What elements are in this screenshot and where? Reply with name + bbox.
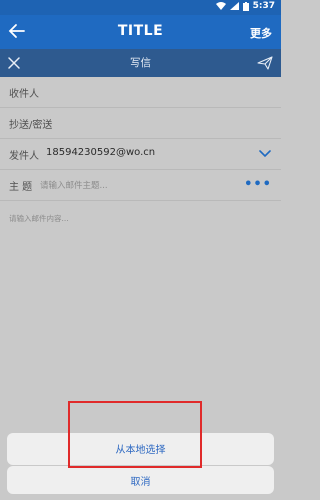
wifi-icon bbox=[215, 2, 226, 10]
chevron-down-icon[interactable] bbox=[259, 149, 271, 159]
compose-title: 写信 bbox=[130, 57, 151, 69]
signal-icon bbox=[229, 2, 239, 10]
subject-field[interactable]: 主 题 请输入邮件主题... ••• bbox=[0, 170, 281, 201]
send-icon[interactable] bbox=[257, 55, 273, 71]
more-button[interactable]: 更多 bbox=[250, 25, 272, 41]
to-label: 收件人 bbox=[9, 89, 39, 100]
from-field[interactable]: 发件人 18594230592@wo.cn bbox=[0, 139, 281, 170]
compose-bar: 写信 bbox=[0, 49, 281, 77]
cc-bcc-field[interactable]: 抄送/密送 bbox=[0, 108, 281, 139]
more-options-icon[interactable]: ••• bbox=[244, 177, 272, 192]
cc-bcc-label: 抄送/密送 bbox=[9, 120, 53, 131]
cancel-option[interactable]: 取消 bbox=[7, 466, 274, 494]
battery-icon bbox=[242, 1, 249, 11]
from-label: 发件人 bbox=[9, 151, 39, 162]
highlight-box bbox=[68, 401, 202, 468]
page-title: TITLE bbox=[117, 23, 164, 39]
cancel-label: 取消 bbox=[130, 477, 151, 488]
subject-input[interactable]: 请输入邮件主题... bbox=[40, 179, 108, 191]
body-input[interactable]: 请输入邮件内容... bbox=[9, 213, 69, 224]
compose-form: 收件人 抄送/密送 发件人 18594230592@wo.cn 主 题 请输入邮… bbox=[0, 77, 281, 449]
status-bar: 5:37 bbox=[0, 0, 281, 15]
subject-label: 主 题 bbox=[9, 182, 33, 193]
app-bar: TITLE 更多 bbox=[0, 15, 281, 49]
status-time: 5:37 bbox=[252, 1, 275, 11]
from-value: 18594230592@wo.cn bbox=[46, 147, 156, 158]
to-field[interactable]: 收件人 bbox=[0, 77, 281, 108]
